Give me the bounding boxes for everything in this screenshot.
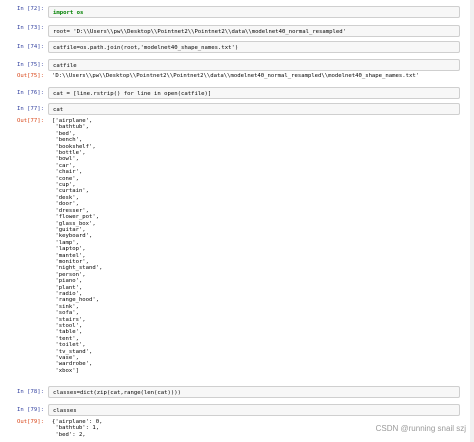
list-item: 'glass_box',: [52, 220, 96, 227]
input-prompt: In [77]:: [17, 106, 44, 112]
list-item: 'night_stand',: [52, 265, 103, 272]
code-line: classes=dict(zip(cat,range(len(cat)))): [53, 390, 181, 396]
output-prompt: Out[77]:: [17, 118, 44, 124]
code-input[interactable]: catfile: [48, 59, 460, 71]
code-line: catfile=os.path.join(root,'modelnet40_sh…: [53, 45, 239, 51]
code-input[interactable]: import os: [48, 6, 460, 18]
code-line: cat: [53, 107, 64, 113]
code-input[interactable]: classes=dict(zip(cat,range(len(cat)))): [48, 386, 460, 398]
input-prompt: In [75]:: [17, 62, 44, 68]
list-item: 'bed': 2,: [52, 431, 86, 438]
code-line: catfile: [53, 63, 77, 69]
code-input[interactable]: catfile=os.path.join(root,'modelnet40_sh…: [48, 41, 460, 53]
classes-output: {'airplane': 0, 'bathtub': 1, 'bed': 2,: [52, 419, 103, 438]
code-line: cat = [line.rstrip() for line in open(ca…: [53, 91, 212, 97]
output-prompt: Out[79]:: [17, 419, 44, 425]
output-text: 'D:\\Users\\pw\\Desktop\\Pointnet2\\Poin…: [52, 73, 420, 79]
list-item: 'flower_pot',: [52, 214, 100, 221]
input-prompt: In [73]:: [17, 25, 44, 31]
output-prompt: Out[75]:: [17, 73, 44, 79]
code-line: root= 'D:\\Users\\pw\\Desktop\\Pointnet2…: [53, 29, 346, 35]
input-prompt: In [74]:: [17, 44, 44, 50]
input-prompt: In [79]:: [17, 407, 44, 413]
code-input[interactable]: classes: [48, 404, 460, 416]
list-item: 'bathtub': 1,: [52, 425, 100, 432]
list-item: 'xbox']: [52, 367, 79, 374]
cat-list-output: ['airplane', 'bathtub', 'bed', 'bench', …: [52, 118, 103, 374]
code-input[interactable]: cat: [48, 103, 460, 115]
code-line: classes: [53, 408, 77, 414]
input-prompt: In [72]:: [17, 6, 44, 12]
list-item: 'range_hood',: [52, 297, 100, 304]
watermark: CSDN @running snail szj: [375, 424, 466, 433]
code-line: import os: [53, 10, 84, 16]
input-prompt: In [76]:: [17, 90, 44, 96]
scrollbar[interactable]: [470, 0, 474, 442]
input-prompt: In [78]:: [17, 389, 44, 395]
code-input[interactable]: cat = [line.rstrip() for line in open(ca…: [48, 87, 460, 99]
code-input[interactable]: root= 'D:\\Users\\pw\\Desktop\\Pointnet2…: [48, 25, 460, 37]
